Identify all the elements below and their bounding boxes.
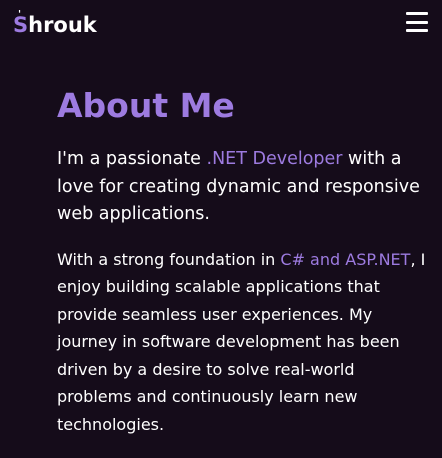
body-highlight: C# and ASP.NET — [280, 249, 411, 269]
about-body: With a strong foundation in C# and ASP.N… — [57, 246, 432, 439]
logo-accent-mark: ' — [18, 9, 22, 20]
intro-text-before: I'm a passionate — [57, 149, 207, 169]
intro-highlight: .NET Developer — [206, 149, 343, 169]
site-logo[interactable]: ' S hrouk — [13, 6, 97, 36]
about-intro: I'm a passionate .NET Developer with a l… — [57, 146, 432, 229]
menu-bar-top — [406, 12, 428, 15]
about-section: About Me I'm a passionate .NET Developer… — [57, 84, 432, 438]
body-text-after: , I enjoy building scalable applications… — [57, 249, 426, 434]
about-title: About Me — [57, 86, 235, 125]
menu-bar-middle — [406, 20, 428, 24]
logo-text: hrouk — [28, 13, 97, 37]
navbar: ' S hrouk — [0, 0, 442, 44]
hamburger-menu-icon[interactable] — [406, 12, 428, 32]
logo-initial: ' S — [13, 10, 28, 36]
body-text-before: With a strong foundation in — [57, 249, 281, 269]
menu-bar-bottom — [406, 29, 428, 32]
